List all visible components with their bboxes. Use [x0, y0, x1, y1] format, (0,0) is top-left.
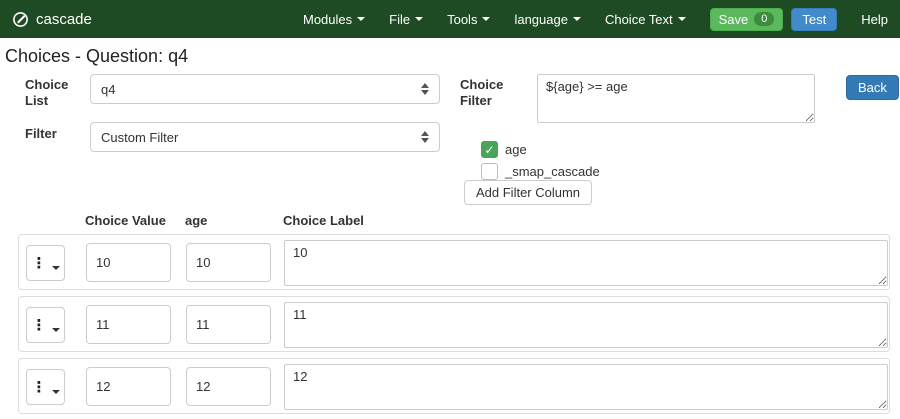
choice-row: ⋮ 11	[18, 296, 890, 352]
page-title: Choices - Question: q4	[5, 46, 188, 67]
chevron-down-icon	[482, 17, 490, 21]
chevron-down-icon	[52, 390, 60, 394]
row-actions-button[interactable]: ⋮	[26, 245, 65, 281]
choice-list-select[interactable]: q4	[90, 74, 440, 104]
cascade-logo-icon	[12, 11, 29, 28]
check-icon: ✓	[484, 143, 494, 157]
choice-list-label: Choice List	[25, 77, 77, 110]
choice-list-selected-value: q4	[101, 82, 115, 97]
filter-column-checkbox-1[interactable]: ✓	[481, 163, 498, 180]
menu-file[interactable]: File	[389, 12, 423, 27]
vertical-dots-icon: ⋮	[32, 256, 47, 271]
filter-label: Filter	[25, 126, 57, 142]
chevron-down-icon	[52, 328, 60, 332]
select-updown-icon	[421, 131, 429, 143]
save-button[interactable]: Save 0	[710, 8, 784, 31]
brand-link[interactable]: cascade	[12, 11, 92, 28]
vertical-dots-icon: ⋮	[32, 318, 47, 333]
choice-filter-textarea[interactable]: ${age} >= age	[537, 74, 815, 123]
filter-selected-value: Custom Filter	[101, 130, 178, 145]
menu-help[interactable]: Help	[861, 12, 888, 27]
navbar-menu-group: Modules File Tools language Choice Text …	[303, 8, 888, 31]
add-filter-column-button[interactable]: Add Filter Column	[464, 180, 592, 205]
chevron-down-icon	[52, 266, 60, 270]
menu-tools[interactable]: Tools	[447, 12, 490, 27]
filter-column-smap-cascade[interactable]: ✓ _smap_cascade	[481, 163, 600, 180]
menu-modules[interactable]: Modules	[303, 12, 365, 27]
chevron-down-icon	[678, 17, 686, 21]
choice-label-textarea[interactable]: 12	[284, 364, 888, 410]
age-input[interactable]	[186, 305, 271, 344]
brand-label: cascade	[36, 11, 92, 28]
vertical-dots-icon: ⋮	[32, 380, 47, 395]
row-actions-button[interactable]: ⋮	[26, 307, 65, 343]
filter-select[interactable]: Custom Filter	[90, 122, 440, 152]
filter-column-age[interactable]: ✓ age	[481, 141, 527, 158]
column-header-choice-label: Choice Label	[283, 213, 364, 228]
choice-value-input[interactable]	[86, 243, 171, 282]
chevron-down-icon	[357, 17, 365, 21]
navbar-buttons: Save 0 Test	[710, 8, 838, 31]
filter-column-name: age	[505, 142, 527, 157]
choice-filter-label: Choice Filter	[460, 77, 512, 110]
choice-value-input[interactable]	[86, 367, 171, 406]
choice-row: ⋮ 12	[18, 358, 890, 414]
test-button[interactable]: Test	[791, 8, 837, 31]
column-header-choice-value: Choice Value	[85, 213, 166, 228]
menu-choice-text[interactable]: Choice Text	[605, 12, 686, 27]
column-header-age: age	[185, 213, 207, 228]
menu-language[interactable]: language	[514, 12, 581, 27]
select-updown-icon	[421, 83, 429, 95]
row-actions-button[interactable]: ⋮	[26, 369, 65, 405]
filter-column-checkbox-0[interactable]: ✓	[481, 141, 498, 158]
chevron-down-icon	[573, 17, 581, 21]
filter-column-name: _smap_cascade	[505, 164, 600, 179]
back-button[interactable]: Back	[846, 75, 899, 100]
choice-label-textarea[interactable]: 11	[284, 302, 888, 348]
age-input[interactable]	[186, 243, 271, 282]
choice-value-input[interactable]	[86, 305, 171, 344]
save-count-badge: 0	[754, 12, 774, 26]
choice-row: ⋮ 10	[18, 234, 890, 290]
chevron-down-icon	[415, 17, 423, 21]
navbar: cascade Modules File Tools language Choi…	[0, 0, 900, 38]
choice-label-textarea[interactable]: 10	[284, 240, 888, 286]
app-window: cascade Modules File Tools language Choi…	[0, 0, 900, 419]
age-input[interactable]	[186, 367, 271, 406]
